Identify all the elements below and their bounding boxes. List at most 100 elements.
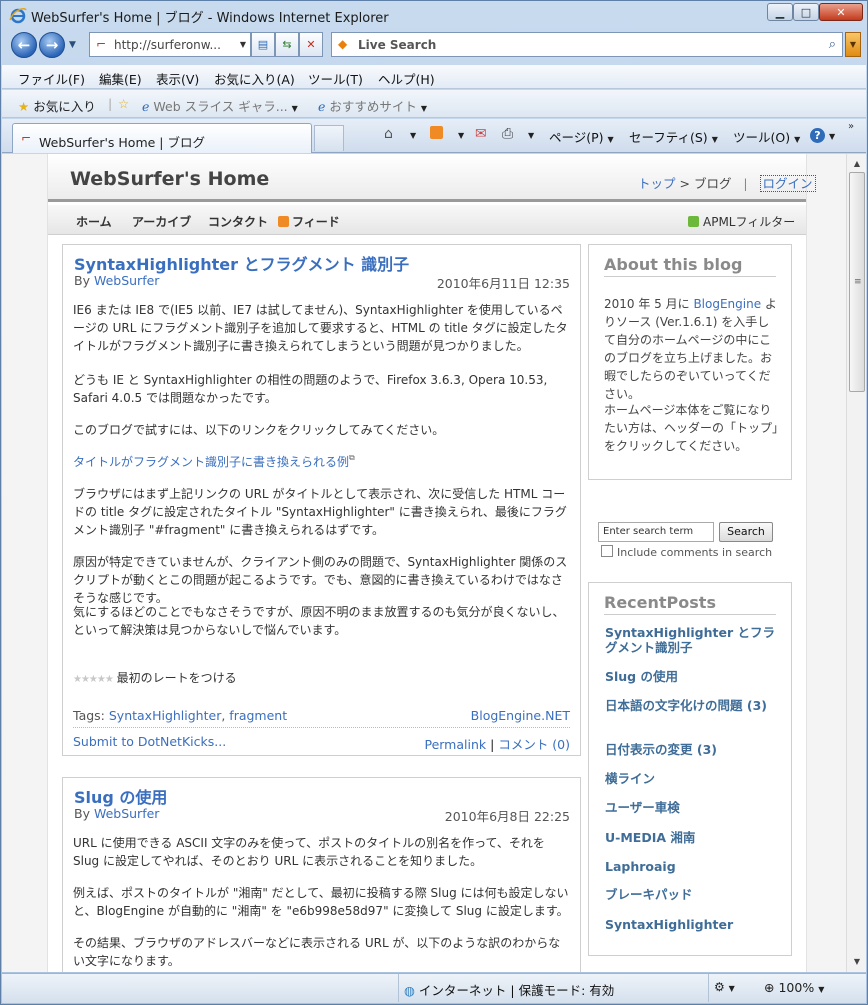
breadcrumb-divider: | <box>743 176 748 191</box>
address-url[interactable]: http://surferonw... <box>114 38 221 52</box>
help-menu[interactable]: ? ▼ <box>810 127 835 143</box>
recent-post-link[interactable]: 日付表示の変更 (3) <box>605 742 781 757</box>
mail-icon[interactable]: ✉ <box>475 126 487 142</box>
maximize-button[interactable]: □ <box>793 3 819 21</box>
scroll-up-icon[interactable]: ▲ <box>849 156 865 172</box>
chevron-more-icon[interactable]: » <box>848 121 854 132</box>
recent-post-link[interactable]: U-MEDIA 湘南 <box>605 830 781 845</box>
menu-file[interactable]: ファイル(F) <box>18 69 85 88</box>
ie-logo-icon <box>9 8 27 24</box>
recent-post-link[interactable]: 横ライン <box>605 771 781 786</box>
site-title: WebSurfer's Home <box>70 168 270 190</box>
chevron-down-icon[interactable]: ▼ <box>410 131 416 140</box>
post-title[interactable]: SyntaxHighlighter とフラグメント 識別子 <box>74 251 409 275</box>
menu-favorites[interactable]: お気に入り(A) <box>214 69 295 88</box>
recent-post-link[interactable]: ユーザー車検 <box>605 800 781 815</box>
apml-filter[interactable]: APMLフィルター <box>688 213 795 230</box>
address-dropdown-icon[interactable]: ▼ <box>240 40 246 49</box>
recent-post-link[interactable]: 日本語の文字化けの問題 (3) <box>605 698 781 713</box>
web-slice-gallery[interactable]: ℯ Web スライス ギャラ... ▼ <box>142 96 298 115</box>
recent-post-link[interactable]: ブレーキパッド <box>605 887 781 902</box>
security-zone[interactable]: ◍ インターネット | 保護モード: 有効 <box>404 980 614 999</box>
tag-link[interactable]: fragment <box>229 708 287 723</box>
menu-tools[interactable]: ツール(T) <box>308 69 363 88</box>
print-icon[interactable]: ⎙ <box>502 126 513 142</box>
author-link[interactable]: WebSurfer <box>94 806 159 821</box>
dotnetkicks-link[interactable]: Submit to DotNetKicks... <box>73 734 226 749</box>
search-placeholder: Live Search <box>358 38 437 52</box>
menu-help[interactable]: ヘルプ(H) <box>378 69 435 88</box>
post-paragraph: IE6 または IE8 で(IE5 以前、IE7 は試してません)、Syntax… <box>73 303 568 353</box>
recent-post-link[interactable]: Laphroaig <box>605 859 781 874</box>
refresh-button[interactable]: ⇆ <box>275 32 299 57</box>
login-link[interactable]: ログイン <box>759 175 816 192</box>
separator: | <box>108 96 113 111</box>
about-paragraph: 2010 年 5 月に BlogEngine よりソース (Ver.1.6.1)… <box>604 295 780 403</box>
close-button[interactable]: ✕ <box>819 3 863 21</box>
recent-post-link[interactable]: Slug の使用 <box>605 669 781 684</box>
page-menu[interactable]: ページ(P) ▼ <box>549 127 614 146</box>
history-dropdown-icon[interactable]: ▼ <box>69 40 76 50</box>
rating[interactable]: ★★★★★ 最初のレートをつける <box>73 669 237 686</box>
comments-link[interactable]: コメント (0) <box>498 737 570 752</box>
post-card: SyntaxHighlighter とフラグメント 識別子 By WebSurf… <box>62 244 581 756</box>
recent-post-link[interactable]: SyntaxHighlighter <box>605 917 781 932</box>
blogengine-link[interactable]: BlogEngine <box>693 297 761 311</box>
compatibility-view-button[interactable]: ▤ <box>251 32 275 57</box>
permalink-link[interactable]: Permalink <box>424 737 486 752</box>
vertical-scrollbar[interactable]: ▲ ≡ ▼ <box>846 154 866 972</box>
blog-search-button[interactable]: Search <box>719 522 773 542</box>
chevron-down-icon[interactable]: ▼ <box>458 131 464 140</box>
fragment-example-link[interactable]: タイトルがフラグメント識別子に書き換えられる例⧉ <box>73 453 570 470</box>
chevron-down-icon[interactable]: ▼ <box>528 131 534 140</box>
scrollbar-thumb[interactable]: ≡ <box>849 172 865 392</box>
zoom-control[interactable]: ⊕ 100% ▼ <box>764 980 824 995</box>
window-title: WebSurfer's Home | ブログ - Windows Interne… <box>31 11 389 26</box>
menu-edit[interactable]: 編集(E) <box>99 69 142 88</box>
by-label: By <box>74 273 94 288</box>
add-favorite-button[interactable]: ☆ <box>118 96 129 111</box>
apml-icon <box>688 216 699 227</box>
minimize-button[interactable]: ▁ <box>767 3 793 21</box>
tools-menu[interactable]: ツール(O) ▼ <box>733 127 800 146</box>
rating-stars-icon[interactable]: ★★★★★ <box>73 674 114 685</box>
nav-contact[interactable]: コンタクト <box>208 213 268 230</box>
post-paragraph: 気にするほどのことでもなさそうですが、原因不明のまま放置するのも気分が良くないし… <box>73 605 565 637</box>
about-widget: About this blog 2010 年 5 月に BlogEngine よ… <box>588 244 792 480</box>
site-nav: ホーム アーカイブ コンタクト フィード APMLフィルター <box>48 205 806 235</box>
post-title[interactable]: Slug の使用 <box>74 784 167 808</box>
menu-view[interactable]: 表示(V) <box>156 69 199 88</box>
live-search-icon: ◆ <box>338 37 348 51</box>
back-button[interactable]: ← <box>11 32 37 58</box>
home-icon[interactable]: ⌂ <box>384 126 393 142</box>
include-comments-checkbox[interactable] <box>601 545 613 557</box>
about-title: About this blog <box>604 255 776 277</box>
new-tab-button[interactable] <box>314 125 344 151</box>
safety-menu[interactable]: セーフティ(S) ▼ <box>629 127 718 146</box>
include-comments-label: Include comments in search <box>617 546 773 559</box>
favorites-button[interactable]: ★ お気に入り <box>18 96 96 115</box>
nav-home[interactable]: ホーム <box>76 213 112 230</box>
address-bar[interactable]: ⌐ http://surferonw... ▼ <box>89 32 251 57</box>
tools-menu-label: ツール(O) <box>733 130 791 145</box>
recent-post-link[interactable]: SyntaxHighlighter とフラグメント識別子 <box>605 625 781 655</box>
tab-active[interactable]: ⌐ WebSurfer's Home | ブログ <box>12 123 312 153</box>
search-icon[interactable]: ⌕ <box>829 37 836 52</box>
stop-button[interactable]: ✕ <box>299 32 323 57</box>
tag-link[interactable]: SyntaxHighlighter <box>109 708 221 723</box>
breadcrumb-top[interactable]: トップ <box>638 176 676 191</box>
protected-mode-icon[interactable]: ⚙ ▼ <box>714 980 735 994</box>
author-link[interactable]: WebSurfer <box>94 273 159 288</box>
blog-page: WebSurfer's Home トップ > ブログ | ログイン ホーム アー… <box>47 154 816 972</box>
nav-feed[interactable]: フィード <box>278 213 340 230</box>
nav-archive[interactable]: アーカイブ <box>132 213 191 230</box>
scroll-down-icon[interactable]: ▼ <box>849 954 865 970</box>
add-favorite-icon: ☆ <box>118 96 130 111</box>
forward-button[interactable]: → <box>39 32 65 58</box>
suggested-sites[interactable]: ℯ おすすめサイト ▼ <box>318 96 427 115</box>
search-options-button[interactable]: ▼ <box>845 32 861 57</box>
blog-search-input[interactable]: Enter search term <box>598 522 714 542</box>
category-link[interactable]: BlogEngine.NET <box>471 708 570 723</box>
feeds-icon[interactable] <box>430 126 446 142</box>
search-box[interactable]: ◆ Live Search ⌕ <box>331 32 843 57</box>
